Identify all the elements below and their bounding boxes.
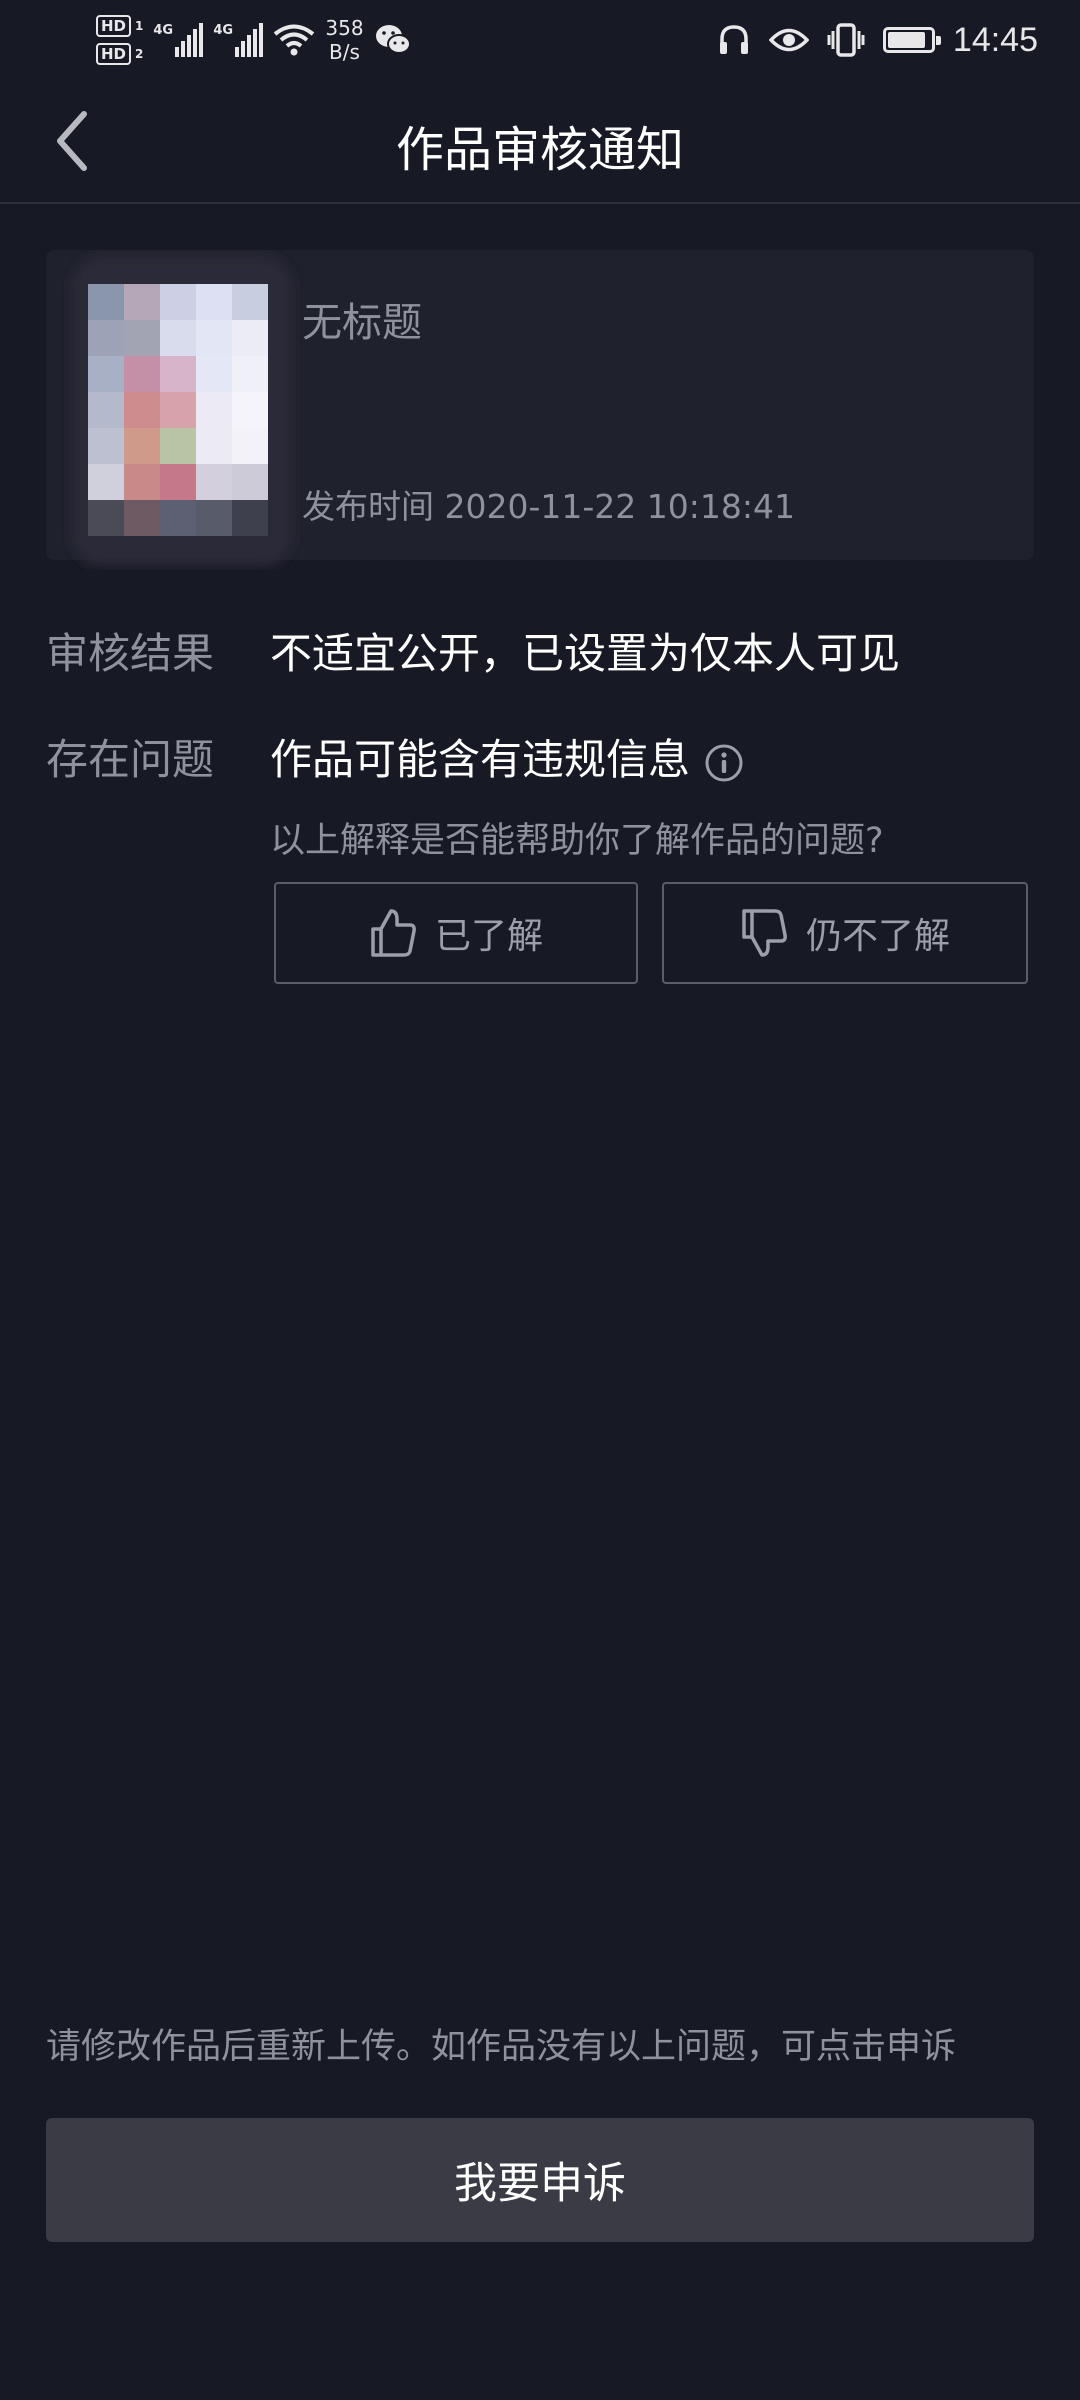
thumbs-up-icon bbox=[371, 909, 416, 957]
network-2-label: 4G bbox=[213, 23, 234, 38]
hd-1-indicator: HD 1 bbox=[96, 15, 143, 37]
understood-button[interactable]: 已了解 bbox=[274, 882, 638, 984]
work-title: 无标题 bbox=[302, 300, 422, 346]
signal-icon: 4G bbox=[153, 23, 204, 57]
network-speed-value: 358 bbox=[325, 16, 364, 40]
battery-fill bbox=[887, 32, 926, 48]
clock: 14:45 bbox=[952, 20, 1038, 59]
appeal-label: 我要申诉 bbox=[454, 2159, 626, 2209]
issue-row: 作品可能含有违规信息 bbox=[270, 726, 744, 787]
thumbs-down-icon bbox=[742, 909, 787, 957]
not-understood-label: 仍不了解 bbox=[805, 916, 950, 957]
status-bar: HD 1 HD 2 4G 4G 358 B/s 14:45 bbox=[0, 0, 1080, 80]
headphones-icon bbox=[719, 25, 748, 54]
wechat-icon bbox=[375, 25, 411, 54]
hd-1-sub: 1 bbox=[135, 19, 144, 33]
hd-2-indicator: HD 2 bbox=[96, 43, 143, 65]
hd-2-label: HD bbox=[96, 43, 132, 65]
review-result-value: 不适宜公开，已设置为仅本人可见 bbox=[270, 629, 901, 678]
issue-label: 存在问题 bbox=[46, 735, 215, 784]
hd-1-label: HD bbox=[96, 15, 132, 37]
signal-icon-2: 4G bbox=[213, 23, 264, 57]
appeal-tip: 请修改作品后重新上传。如作品没有以上问题，可点击申诉 bbox=[46, 2027, 957, 2067]
appeal-button[interactable]: 我要申诉 bbox=[46, 2118, 1034, 2242]
vibrate-icon bbox=[827, 23, 865, 57]
wifi-icon bbox=[274, 24, 315, 56]
hd-2-sub: 2 bbox=[135, 47, 144, 61]
publish-time: 发布时间 2020-11-22 10:18:41 bbox=[302, 487, 795, 526]
battery-icon bbox=[882, 27, 941, 53]
network-speed: 358 B/s bbox=[325, 16, 363, 64]
issue-value: 作品可能含有违规信息 bbox=[270, 735, 691, 784]
network-1-label: 4G bbox=[153, 23, 174, 38]
status-left: HD 1 HD 2 4G 4G 358 B/s bbox=[96, 8, 412, 72]
feedback-question: 以上解释是否能帮助你了解作品的问题? bbox=[270, 821, 884, 861]
status-right: 14:45 bbox=[717, 10, 1038, 70]
nav-bar: 作品审核通知 bbox=[0, 80, 1080, 204]
work-card[interactable]: 无标题 发布时间 2020-11-22 10:18:41 bbox=[46, 250, 1034, 566]
review-result-label: 审核结果 bbox=[46, 629, 215, 678]
hd-indicators: HD 1 HD 2 bbox=[96, 15, 143, 65]
not-understood-button[interactable]: 仍不了解 bbox=[662, 882, 1028, 984]
understood-label: 已了解 bbox=[434, 916, 543, 957]
work-thumbnail[interactable] bbox=[62, 250, 340, 570]
page-title: 作品审核通知 bbox=[395, 122, 684, 178]
network-speed-unit: B/s bbox=[329, 40, 360, 64]
info-icon[interactable] bbox=[704, 743, 744, 783]
eye-icon bbox=[768, 28, 809, 52]
